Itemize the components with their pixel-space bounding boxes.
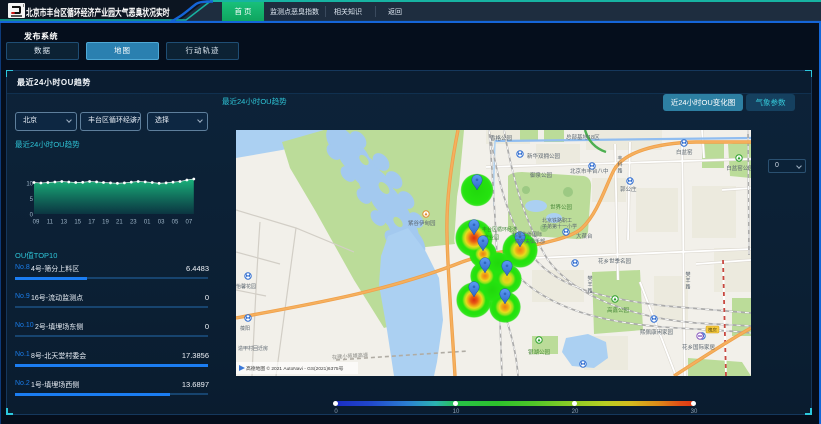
svg-text:香格公园: 香格公园 [490,134,513,142]
svg-text:熙佩康闲家园: 熙佩康闲家园 [640,328,674,336]
svg-text:白盆窑: 白盆窑 [676,148,693,156]
svg-text:总部基地18区: 总部基地18区 [566,133,600,141]
svg-text:高尔夫俱乐部: 高尔夫俱乐部 [515,238,545,245]
svg-text:大葆台: 大葆台 [576,232,593,240]
svg-text:樊: 樊 [587,275,592,282]
svg-text:花乡世季名园: 花乡世季名园 [598,257,632,265]
svg-text:15: 15 [74,220,81,226]
svg-text:11: 11 [47,220,54,226]
svg-text:樊: 樊 [685,271,690,278]
svg-text:科: 科 [617,161,622,168]
svg-text:13: 13 [60,220,67,226]
svg-text:白盆窑公园: 白盆窑公园 [726,164,751,172]
svg-text:10: 10 [26,182,33,188]
svg-text:造甲村回迁房: 造甲村回迁房 [238,345,268,352]
svg-text:5: 5 [30,197,34,203]
svg-text:19: 19 [102,220,109,226]
svg-text:高德地图 © 2021 AutoNavi - GS(2021: 高德地图 © 2021 AutoNavi - GS(2021)6375号 [246,365,344,372]
svg-text:羊: 羊 [587,281,592,288]
svg-text:01: 01 [144,220,151,226]
svg-text:花乡国际家居: 花乡国际家居 [682,343,716,351]
svg-text:21: 21 [116,220,123,226]
svg-text:05: 05 [172,220,179,226]
svg-text:0: 0 [30,213,34,219]
svg-text:路: 路 [685,283,690,290]
svg-text:09: 09 [33,220,40,226]
svg-text:23: 23 [130,220,137,226]
svg-text:路: 路 [587,287,592,294]
svg-text:郭公庄: 郭公庄 [620,185,637,193]
svg-text:紫谷伊甸园: 紫谷伊甸园 [408,219,436,227]
svg-text:子弟第十一小学: 子弟第十一小学 [542,223,577,230]
svg-text:高鑫公园: 高鑫公园 [607,306,630,314]
svg-text:17: 17 [88,220,95,226]
svg-text:羊: 羊 [685,277,690,284]
svg-text:槐房: 槐房 [708,327,717,334]
svg-text:世界公园: 世界公园 [550,203,573,211]
svg-text:御泉公园: 御泉公园 [530,171,553,179]
svg-text:路: 路 [617,167,622,174]
svg-text:北京华侨国际: 北京华侨国际 [512,231,542,238]
svg-text:怡馨花园: 怡馨花园 [236,283,256,290]
svg-text:新华双拥公园: 新华双拥公园 [527,152,561,160]
svg-text:03: 03 [158,220,165,226]
svg-text:银湖公园: 银湖公园 [528,348,551,356]
svg-text:葆阳: 葆阳 [240,325,250,332]
svg-text:北京铁路职工: 北京铁路职工 [542,217,572,224]
svg-text:北京市丰台八中: 北京市丰台八中 [570,167,609,175]
svg-text:07: 07 [186,220,193,226]
svg-text:丰: 丰 [617,155,622,162]
